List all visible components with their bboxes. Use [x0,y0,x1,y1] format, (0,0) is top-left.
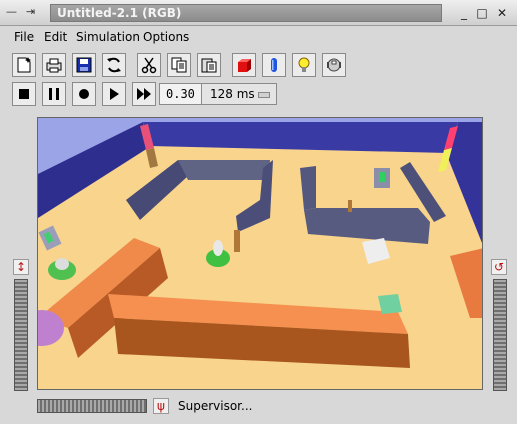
play-icon [110,88,119,100]
paste-icon [201,58,217,73]
menu-simulation[interactable]: Simulation [76,30,140,44]
add-cylinder-button[interactable] [262,53,286,77]
pause-icon [49,88,59,100]
maximize-button[interactable]: □ [474,5,490,21]
supervisor-label[interactable]: Supervisor... [178,399,252,413]
paste-button[interactable] [197,53,221,77]
robot-icon [327,58,341,72]
print-icon [46,58,62,73]
cut-icon [141,57,157,74]
fast-forward-button[interactable] [132,82,156,106]
left-vertical-slider[interactable] [14,279,28,391]
scene-render [38,118,482,389]
reload-button[interactable] [102,53,126,77]
menu-file[interactable]: File [14,30,34,44]
timestep-value: 128 ms [210,87,255,101]
menu-bar: File Edit Simulation Options [8,28,511,48]
minimize-button[interactable]: _ [456,5,472,21]
cut-button[interactable] [137,53,161,77]
pin-icon[interactable]: ⇥ [26,5,35,19]
add-robot-button[interactable] [322,53,346,77]
blue-cylinder-icon [271,58,277,72]
menu-options[interactable]: Options [143,30,189,44]
fast-forward-icon [137,88,151,100]
save-icon [76,57,92,73]
close-button[interactable]: ✕ [494,5,510,21]
menu-edit[interactable]: Edit [44,30,67,44]
copy-icon [171,57,187,73]
stop-icon [19,89,29,99]
print-button[interactable] [42,53,66,77]
window-title-bar[interactable]: Untitled-2.1 (RGB) [50,4,442,22]
window-titlebar: — ⇥ Untitled-2.1 (RGB) _ □ ✕ [0,0,517,26]
3d-viewport[interactable] [37,117,483,390]
stop-button[interactable] [12,82,36,106]
refresh-icon [107,57,121,73]
light-bulb-icon [298,57,310,72]
add-light-button[interactable] [292,53,316,77]
zoom-slider[interactable] [37,399,147,413]
new-button[interactable] [12,53,36,77]
right-vertical-slider[interactable] [493,279,507,391]
rotate-icon[interactable]: ↺ [491,259,507,275]
pause-button[interactable] [42,82,66,106]
red-box-icon [238,59,251,72]
record-button[interactable] [72,82,96,106]
record-icon [79,89,89,99]
timestep-select[interactable]: 128 ms [201,83,277,105]
window-title: Untitled-2.1 (RGB) [57,6,182,20]
supervisor-icon[interactable]: ψ [153,398,169,414]
add-box-button[interactable] [232,53,256,77]
minimize-line-icon[interactable]: — [6,5,17,19]
chevron-down-icon [258,92,270,98]
new-document-icon [17,57,31,73]
copy-button[interactable] [167,53,191,77]
translate-icon[interactable]: ↕ [13,259,29,275]
play-button[interactable] [102,82,126,106]
save-button[interactable] [72,53,96,77]
